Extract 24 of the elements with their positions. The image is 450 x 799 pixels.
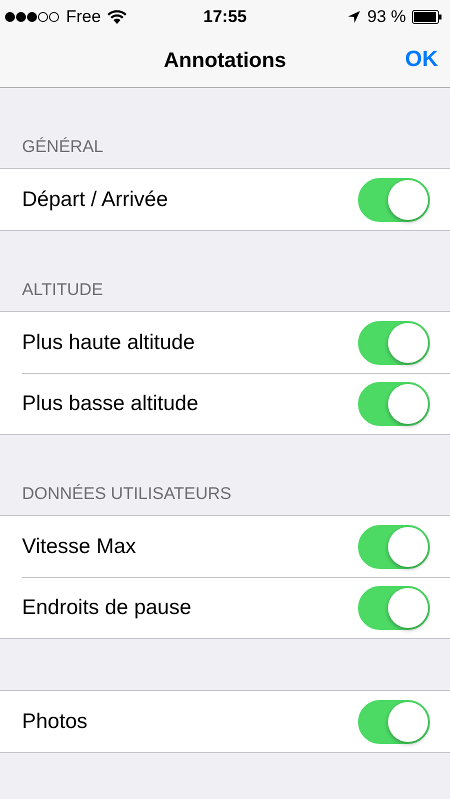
row-label: Plus haute altitude (22, 330, 195, 354)
battery-icon (412, 10, 442, 24)
wifi-icon (106, 10, 127, 24)
location-arrow-icon (347, 10, 362, 24)
toggle-switch[interactable] (358, 382, 430, 426)
section-header: GÉNÉRAL (22, 137, 104, 157)
row-label: Vitesse Max (22, 534, 136, 558)
section-header: DONNÉES UTILISATEURS (22, 484, 232, 504)
row-label: Photos (22, 710, 88, 734)
row-label: Endroits de pause (22, 596, 192, 620)
row-label: Départ / Arrivée (22, 188, 168, 212)
clock: 17:55 (202, 7, 248, 27)
carrier: Free (66, 7, 101, 27)
signal-icon (4, 11, 60, 23)
ok-button[interactable]: OK (405, 46, 438, 72)
nav-title: Annotations (164, 48, 286, 72)
toggle-switch[interactable] (358, 586, 430, 630)
toggle-switch[interactable] (358, 178, 430, 222)
row-label: Plus basse altitude (22, 392, 198, 416)
toggle-switch[interactable] (358, 524, 430, 568)
battery-percent: 93 % (367, 7, 406, 27)
section-header: ALTITUDE (22, 280, 103, 300)
toggle-switch[interactable] (358, 700, 430, 744)
toggle-switch[interactable] (358, 320, 430, 364)
